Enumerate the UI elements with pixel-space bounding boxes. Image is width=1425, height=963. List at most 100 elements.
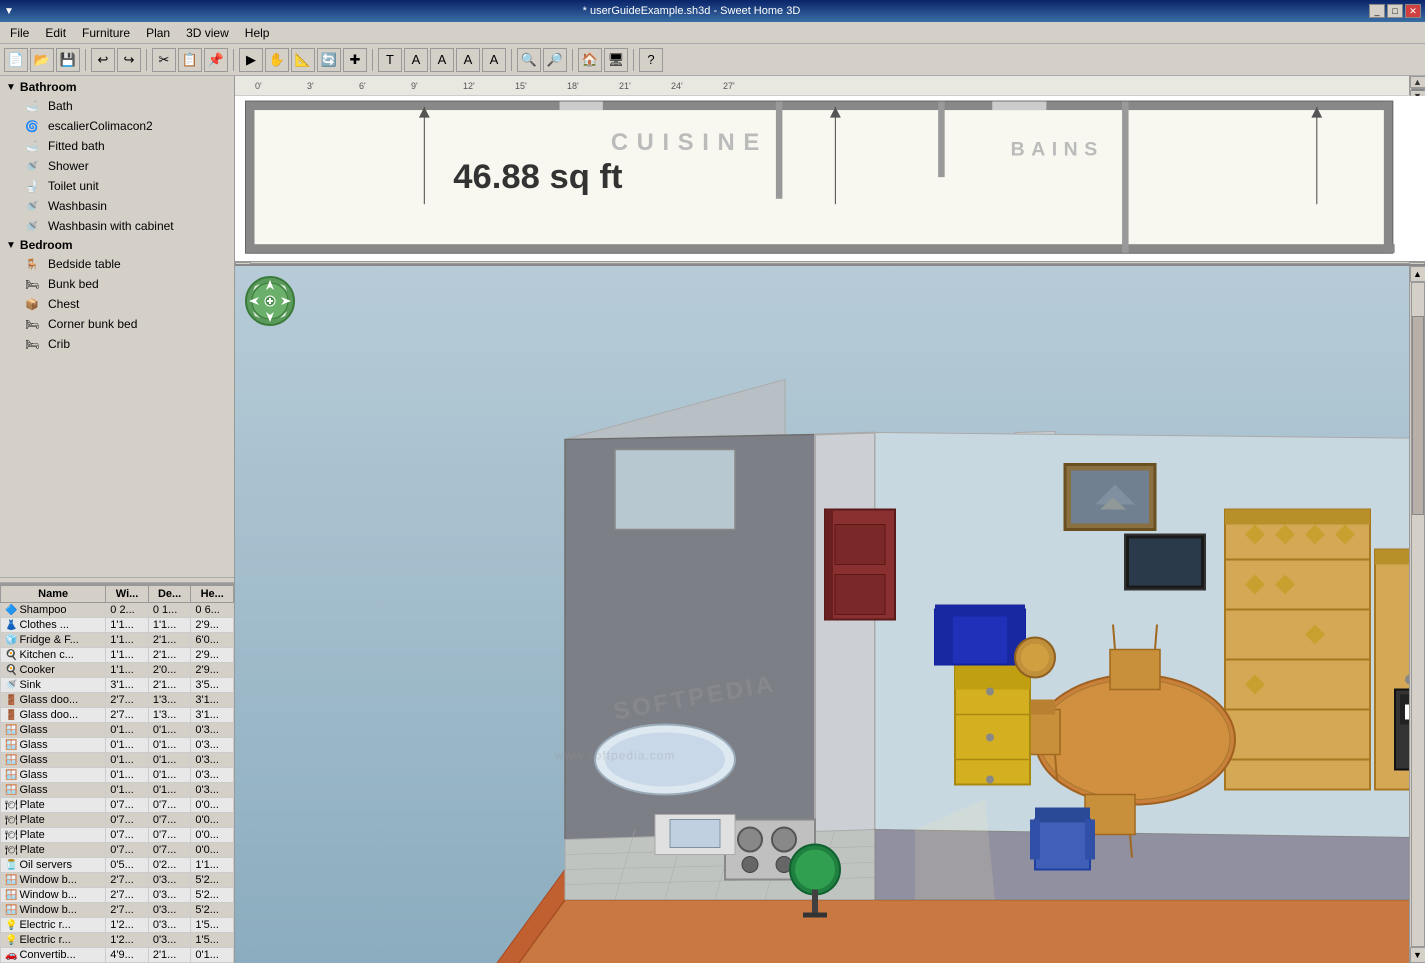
font-bold-button[interactable]: A — [456, 48, 480, 72]
props-row[interactable]: 🪟Glass0'1...0'1...0'3... — [1, 783, 234, 798]
tree-item-shower[interactable]: 🚿Shower — [2, 156, 232, 176]
ruler-mark: 27' — [723, 81, 775, 91]
props-height-cell: 0'3... — [191, 723, 234, 738]
row-type-icon: 🪟 — [5, 755, 17, 766]
3d-vscroll[interactable]: ▲ ▼ — [1409, 266, 1425, 963]
tree-item-bedside-table[interactable]: 🪑Bedside table — [2, 254, 232, 274]
props-width-cell: 1'2... — [106, 918, 149, 933]
props-row[interactable]: 🚪Glass doo...2'7...1'3...3'1... — [1, 693, 234, 708]
add-furniture-button[interactable]: 📐 — [291, 48, 315, 72]
props-depth-cell: 0'7... — [148, 843, 191, 858]
props-row[interactable]: 🪟Window b...2'7...0'3...5'2... — [1, 888, 234, 903]
font-italic-button[interactable]: A — [482, 48, 506, 72]
text-tool-button[interactable]: T — [378, 48, 402, 72]
3d-vscroll-track[interactable] — [1411, 282, 1425, 947]
menu-item-furniture[interactable]: Furniture — [74, 24, 138, 42]
props-name-cell: 🍳Kitchen c... — [1, 648, 106, 663]
props-row[interactable]: 🫙Oil servers0'5...0'2...1'1... — [1, 858, 234, 873]
props-row[interactable]: 🚿Sink3'1...2'1...3'5... — [1, 678, 234, 693]
props-depth-cell: 0'1... — [148, 783, 191, 798]
tree-category-bedroom[interactable]: ▼ Bedroom — [2, 236, 232, 254]
close-button[interactable]: ✕ — [1405, 4, 1421, 18]
menu-item-file[interactable]: File — [2, 24, 37, 42]
props-height-cell: 0'0... — [191, 798, 234, 813]
vscroll-track-plan[interactable] — [1411, 88, 1425, 90]
furniture-tree[interactable]: ▼ Bathroom🛁Bath🌀escalierColimacon2🛁Fitte… — [0, 76, 234, 577]
title-bar-arrow[interactable]: ▼ — [4, 6, 14, 17]
props-name-cell: 🪟Window b... — [1, 888, 106, 903]
tree-item-fitted-bath[interactable]: 🛁Fitted bath — [2, 136, 232, 156]
2d-plan-view-button[interactable]: 🏠 — [578, 48, 602, 72]
props-row[interactable]: 🪟Window b...2'7...0'3...5'2... — [1, 873, 234, 888]
paste-button[interactable]: 📌 — [204, 48, 228, 72]
props-row[interactable]: 🪟Window b...2'7...0'3...5'2... — [1, 903, 234, 918]
props-row[interactable]: 🍳Kitchen c...1'1...2'1...2'9... — [1, 648, 234, 663]
copy-button[interactable]: 📋 — [178, 48, 202, 72]
props-row[interactable]: 🍽Plate0'7...0'7...0'0... — [1, 798, 234, 813]
rotate-button[interactable]: 🔄 — [317, 48, 341, 72]
tree-item-toilet-unit[interactable]: 🚽Toilet unit — [2, 176, 232, 196]
menu-item-edit[interactable]: Edit — [37, 24, 74, 42]
cut-button[interactable]: ✂ — [152, 48, 176, 72]
tree-item-chest[interactable]: 📦Chest — [2, 294, 232, 314]
save-button[interactable]: 💾 — [56, 48, 80, 72]
props-height-cell: 2'9... — [191, 618, 234, 633]
3d-vscroll-up[interactable]: ▲ — [1410, 266, 1425, 282]
minimize-button[interactable]: _ — [1369, 4, 1385, 18]
undo-button[interactable]: ↩ — [91, 48, 115, 72]
tree-item-corner-bunk-bed[interactable]: 🛏Corner bunk bed — [2, 314, 232, 334]
maximize-button[interactable]: □ — [1387, 4, 1403, 18]
tree-item-washbasin[interactable]: 🚿Washbasin — [2, 196, 232, 216]
plan-content[interactable]: CUISINE BAINS 46.88 sq ft — [235, 96, 1425, 261]
props-row[interactable]: 🪟Glass0'1...0'1...0'3... — [1, 768, 234, 783]
tree-item-bunk-bed[interactable]: 🛏Bunk bed — [2, 274, 232, 294]
props-row[interactable]: 🚪Glass doo...2'7...1'3...3'1... — [1, 708, 234, 723]
props-row[interactable]: 🍳Cooker1'1...2'0...2'9... — [1, 663, 234, 678]
toolbar-separator — [633, 49, 634, 71]
new-button[interactable]: 📄 — [4, 48, 28, 72]
props-table-wrap[interactable]: NameWi...De...He... 🔷Shampoo0 2...0 1...… — [0, 585, 234, 963]
zoom-in-button[interactable]: 🔍 — [517, 48, 541, 72]
props-row[interactable]: 👗Clothes ...1'1...1'1...2'9... — [1, 618, 234, 633]
props-row[interactable]: 🍽Plate0'7...0'7...0'0... — [1, 813, 234, 828]
tree-category-bathroom[interactable]: ▼ Bathroom — [2, 78, 232, 96]
tree-item-washbasin-with-cabinet[interactable]: 🚿Washbasin with cabinet — [2, 216, 232, 236]
redo-button[interactable]: ↪ — [117, 48, 141, 72]
props-row[interactable]: 💡Electric r...1'2...0'3...1'5... — [1, 918, 234, 933]
tree-item-crib[interactable]: 🛏Crib — [2, 334, 232, 354]
props-row[interactable]: 🔷Shampoo0 2...0 1...0 6... — [1, 603, 234, 618]
props-row[interactable]: 🚗Convertib...4'9...2'1...0'1... — [1, 948, 234, 963]
select-mode-button[interactable]: ▶ — [239, 48, 263, 72]
props-row[interactable]: 🪟Glass0'1...0'1...0'3... — [1, 753, 234, 768]
svg-text:CUISINE: CUISINE — [611, 129, 768, 156]
pan-mode-button[interactable]: ✋ — [265, 48, 289, 72]
row-type-icon: 🪟 — [5, 875, 17, 886]
open-button[interactable]: 📂 — [30, 48, 54, 72]
plan-vscroll[interactable]: ▲ ▼ — [1409, 76, 1425, 95]
menu-item-plan[interactable]: Plan — [138, 24, 178, 42]
row-type-icon: 🍳 — [5, 665, 17, 676]
props-row[interactable]: 🧊Fridge & F...1'1...2'1...6'0... — [1, 633, 234, 648]
create-wall-button[interactable]: ✚ — [343, 48, 367, 72]
3d-vscroll-down[interactable]: ▼ — [1410, 947, 1425, 963]
zoom-out-button[interactable]: 🔎 — [543, 48, 567, 72]
navigation-compass[interactable] — [245, 276, 295, 326]
tree-item-escaliercolimacon2[interactable]: 🌀escalierColimacon2 — [2, 116, 232, 136]
props-row[interactable]: 💡Electric r...1'2...0'3...1'5... — [1, 933, 234, 948]
font-smaller-button[interactable]: A — [430, 48, 454, 72]
title-bar: ▼ * userGuideExample.sh3d - Sweet Home 3… — [0, 0, 1425, 22]
props-row[interactable]: 🍽Plate0'7...0'7...0'0... — [1, 828, 234, 843]
row-type-icon: 💡 — [5, 920, 17, 931]
menu-item-3d view[interactable]: 3D view — [178, 24, 237, 42]
menu-item-help[interactable]: Help — [237, 24, 278, 42]
help-btn-button[interactable]: ? — [639, 48, 663, 72]
tree-item-bath[interactable]: 🛁Bath — [2, 96, 232, 116]
props-name-cell: 🚪Glass doo... — [1, 693, 106, 708]
3d-view-btn-button[interactable]: 🖥 — [604, 48, 628, 72]
props-row[interactable]: 🍽Plate0'7...0'7...0'0... — [1, 843, 234, 858]
3d-view[interactable]: SOFTPEDIA www.softpedia.com ▲ ▼ — [235, 266, 1425, 963]
vscroll-up-plan[interactable]: ▲ — [1410, 76, 1425, 88]
font-larger-button[interactable]: A — [404, 48, 428, 72]
props-row[interactable]: 🪟Glass0'1...0'1...0'3... — [1, 723, 234, 738]
props-row[interactable]: 🪟Glass0'1...0'1...0'3... — [1, 738, 234, 753]
